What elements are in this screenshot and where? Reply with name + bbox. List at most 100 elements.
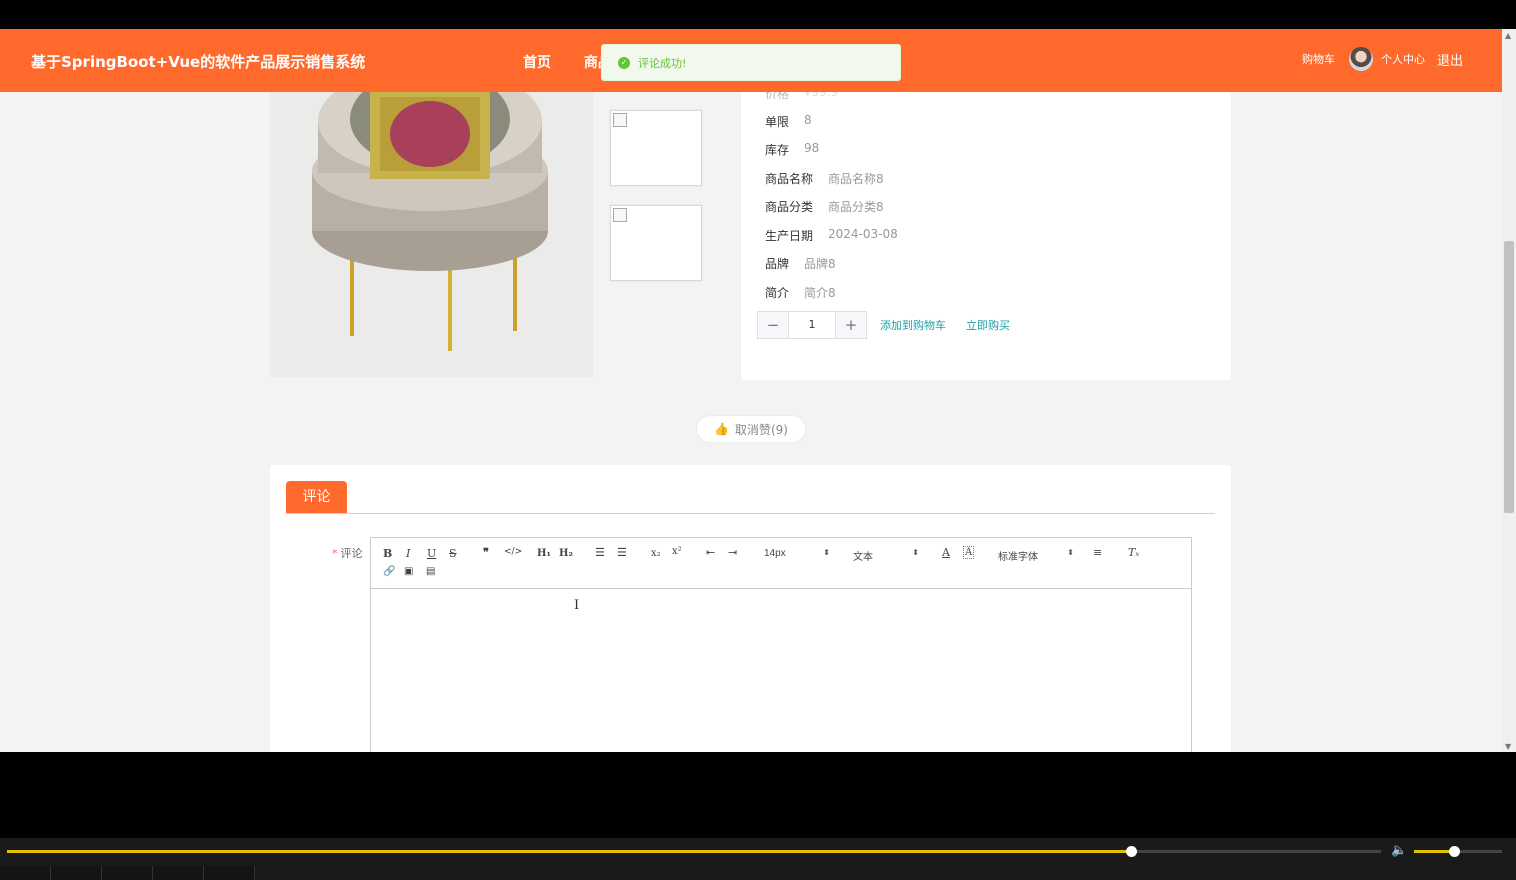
ordered-list-icon[interactable]: ☰ — [595, 546, 605, 559]
volume-fill — [1414, 850, 1454, 853]
sensor-image — [270, 81, 593, 377]
user-menu: 购物车 个人中心 退出 — [1302, 47, 1463, 71]
block-type-value: 文本 — [853, 552, 873, 563]
site-title: 基于SpringBoot+Vue的软件产品展示销售系统 — [31, 53, 366, 71]
outdent-icon[interactable]: ⇤ — [706, 546, 715, 559]
info-label: 简介 — [765, 286, 790, 300]
font-size-value: 14px — [764, 548, 786, 559]
cart-link[interactable]: 购物车 — [1302, 51, 1335, 67]
progress-knob[interactable] — [1125, 846, 1137, 857]
thumbs-up-icon: 👍 — [714, 422, 729, 436]
tab-comment[interactable]: 评论 — [286, 481, 347, 513]
avatar[interactable] — [1349, 47, 1373, 71]
browser-viewport: 基于SpringBoot+Vue的软件产品展示销售系统 首页 商品 购物车 个人… — [0, 29, 1502, 752]
info-row-stock: 库存 98 — [765, 141, 819, 158]
background-color-icon[interactable]: A — [963, 546, 975, 559]
editor-toolbar: B I U S ❞ </> H₁ H₂ ☰ ☰ x₂ x² ⇤ ⇥ 14px ⬍… — [371, 538, 1191, 589]
tab-divider — [286, 513, 1215, 514]
image-icon[interactable]: ▣ — [404, 566, 413, 577]
info-row-date: 生产日期 2024-03-08 — [765, 227, 898, 244]
info-row-limit: 单限 8 — [765, 113, 812, 130]
clear-format-icon[interactable]: Tₓ — [1128, 546, 1139, 559]
info-label: 品牌 — [765, 257, 790, 271]
product-main-image — [270, 81, 593, 377]
decrease-button[interactable]: − — [757, 311, 789, 339]
player-bottom-strip — [0, 866, 1516, 880]
bullet-list-icon[interactable]: ☰ — [617, 546, 627, 559]
quantity-input[interactable]: 1 — [789, 311, 835, 339]
volume-icon[interactable]: 🔈 — [1391, 843, 1407, 858]
product-info-card: 价格 ¥99.9 单限 8 库存 98 商品名称 商品名称8 商品分类 商品分类… — [741, 81, 1231, 380]
thumbnail-1[interactable] — [610, 110, 702, 186]
info-label: 单限 — [765, 115, 790, 129]
scroll-up-icon[interactable]: ▲ — [1505, 31, 1511, 40]
header-1-icon[interactable]: H₁ — [537, 548, 551, 559]
indent-icon[interactable]: ⇥ — [728, 546, 737, 559]
text-cursor-icon: I — [574, 598, 580, 613]
logout-link[interactable]: 退出 — [1437, 50, 1463, 69]
info-label: 库存 — [765, 143, 790, 157]
code-block-icon[interactable]: </> — [504, 547, 522, 557]
volume-slider[interactable] — [1414, 846, 1502, 857]
link-icon[interactable]: 🔗 — [383, 566, 395, 577]
strip-segment — [102, 866, 153, 880]
increase-button[interactable]: + — [835, 311, 867, 339]
info-value: 品牌8 — [804, 257, 836, 271]
video-icon[interactable]: ▤ — [426, 566, 435, 577]
header-2-icon[interactable]: H₂ — [559, 548, 573, 559]
block-type-select[interactable]: 文本 ⬍ — [853, 548, 919, 563]
info-value: 2024-03-08 — [828, 227, 898, 241]
comment-card: 评论 * 评论 B I U S ❞ </> H₁ H₂ ☰ ☰ x₂ x² ⇤ … — [270, 465, 1231, 752]
strip-segment — [153, 866, 204, 880]
select-caret-icon: ⬍ — [823, 548, 830, 557]
align-icon[interactable]: ≡ — [1093, 546, 1102, 559]
subscript-icon[interactable]: x₂ — [651, 548, 661, 559]
rich-text-editor: B I U S ❞ </> H₁ H₂ ☰ ☰ x₂ x² ⇤ ⇥ 14px ⬍… — [370, 537, 1192, 752]
success-toast: ✓ 评论成功! — [601, 44, 901, 81]
profile-link[interactable]: 个人中心 — [1381, 51, 1425, 67]
screen: 基于SpringBoot+Vue的软件产品展示销售系统 首页 商品 购物车 个人… — [0, 0, 1516, 880]
required-mark: * — [332, 547, 338, 560]
quantity-stepper: − 1 + — [757, 311, 867, 339]
select-caret-icon: ⬍ — [1067, 548, 1074, 557]
broken-image-icon — [613, 208, 627, 222]
video-player-controls: 🔈 — [0, 838, 1516, 880]
playback-progress-bar[interactable] — [7, 846, 1381, 857]
blockquote-icon[interactable]: ❞ — [483, 546, 489, 559]
add-to-cart-button[interactable]: 添加到购物车 — [880, 317, 946, 333]
superscript-icon[interactable]: x² — [672, 546, 682, 557]
underline-icon[interactable]: U — [427, 547, 436, 560]
scrollbar-thumb[interactable] — [1504, 241, 1514, 513]
info-row-brand: 品牌 品牌8 — [765, 255, 836, 272]
page-scrollbar[interactable]: ▲ ▼ — [1502, 29, 1516, 752]
font-family-select[interactable]: 标准字体 ⬍ — [998, 548, 1074, 563]
info-label: 生产日期 — [765, 229, 814, 243]
broken-image-icon — [613, 113, 627, 127]
info-value: 商品分类8 — [828, 200, 884, 214]
comment-textarea[interactable]: I — [371, 590, 1191, 752]
info-value: 98 — [804, 141, 820, 155]
font-size-select[interactable]: 14px ⬍ — [764, 548, 830, 559]
check-circle-icon: ✓ — [618, 56, 630, 69]
nav-home[interactable]: 首页 — [523, 55, 551, 71]
comment-field-label: * 评论 — [332, 545, 363, 561]
info-value: 商品名称8 — [828, 172, 884, 186]
scroll-down-icon[interactable]: ▼ — [1505, 742, 1511, 751]
buy-now-button[interactable]: 立即购买 — [966, 317, 1010, 333]
info-row-intro: 简介 简介8 — [765, 284, 836, 301]
strip-segment — [51, 866, 102, 880]
volume-knob[interactable] — [1448, 846, 1460, 857]
info-value: 简介8 — [804, 286, 836, 300]
info-row-name: 商品名称 商品名称8 — [765, 170, 884, 187]
info-label: 商品分类 — [765, 200, 814, 214]
strip-segment — [204, 866, 255, 880]
strip-segment — [0, 866, 51, 880]
thumbnail-2[interactable] — [610, 205, 702, 281]
strike-icon[interactable]: S — [449, 547, 457, 560]
bold-icon[interactable]: B — [383, 547, 392, 560]
comment-label-text: 评论 — [340, 547, 363, 560]
progress-fill — [7, 850, 1131, 853]
font-color-icon[interactable]: A — [942, 546, 950, 559]
unlike-button[interactable]: 👍 取消赞(9) — [696, 415, 806, 443]
italic-icon[interactable]: I — [406, 547, 410, 560]
